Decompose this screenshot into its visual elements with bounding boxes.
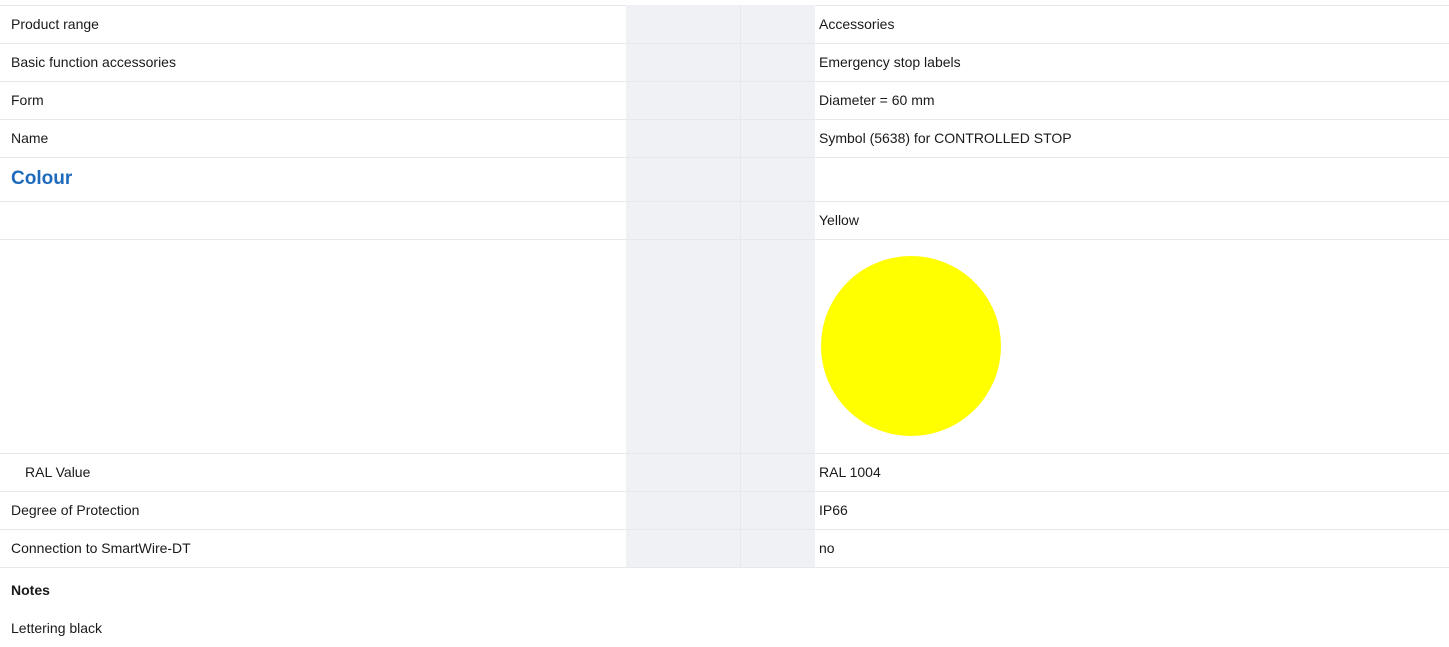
spec-row-smartwire: Connection to SmartWire-DT no — [0, 529, 1449, 568]
spec-row-name: Name Symbol (5638) for CONTROLLED STOP — [0, 119, 1449, 158]
spec-value: Diameter = 60 mm — [815, 81, 1449, 120]
spacer-cell — [626, 43, 741, 82]
spec-value: no — [815, 529, 1449, 568]
spacer-cell — [626, 239, 741, 454]
spec-label: Name — [0, 119, 626, 158]
spec-value: IP66 — [815, 491, 1449, 530]
spec-label: Form — [0, 81, 626, 120]
section-row-colour: Colour — [0, 157, 1449, 202]
spec-row-form: Form Diameter = 60 mm — [0, 81, 1449, 120]
spec-label: RAL Value — [0, 453, 626, 492]
spacer-cell — [626, 81, 741, 120]
spacer-cell — [740, 201, 815, 240]
spacer-cell — [626, 5, 741, 44]
colour-name-value: Yellow — [815, 201, 1449, 240]
spec-value: RAL 1004 — [815, 453, 1449, 492]
spacer-cell — [0, 201, 626, 240]
spec-row-degree-of-protection: Degree of Protection IP66 — [0, 491, 1449, 530]
spec-label: Basic function accessories — [0, 43, 626, 82]
spec-label: Connection to SmartWire-DT — [0, 529, 626, 568]
spec-value: Accessories — [815, 5, 1449, 44]
spec-value: Symbol (5638) for CONTROLLED STOP — [815, 119, 1449, 158]
spec-label: Degree of Protection — [0, 491, 626, 530]
spec-row-colour-name: Yellow — [0, 201, 1449, 240]
notes-title: Notes — [11, 582, 50, 598]
colour-swatch — [821, 256, 1001, 436]
spacer-cell — [740, 529, 815, 568]
spacer-cell — [740, 5, 815, 44]
spacer-cell — [740, 43, 815, 82]
spec-row-product-range: Product range Accessories — [0, 5, 1449, 44]
spacer-cell — [740, 119, 815, 158]
spacer-cell — [626, 157, 741, 202]
notes-text: Lettering black — [11, 620, 103, 636]
spec-label: Product range — [0, 5, 626, 44]
spacer-cell — [740, 491, 815, 530]
spacer-cell — [626, 491, 741, 530]
notes-section: Notes Lettering black — [0, 571, 1449, 647]
spec-row-colour-swatch — [0, 239, 1449, 454]
spacer-cell — [626, 453, 741, 492]
spacer-cell — [626, 201, 741, 240]
spacer-cell — [740, 453, 815, 492]
spec-row-basic-function-accessories: Basic function accessories Emergency sto… — [0, 43, 1449, 82]
spec-value: Emergency stop labels — [815, 43, 1449, 82]
spec-row-ral-value: RAL Value RAL 1004 — [0, 453, 1449, 492]
spacer-cell — [0, 239, 626, 454]
spec-table: Product range Accessories Basic function… — [0, 5, 1449, 568]
spacer-cell — [740, 81, 815, 120]
spacer-cell — [626, 529, 741, 568]
section-title-colour: Colour — [11, 168, 73, 189]
spacer-cell — [815, 157, 1449, 202]
spacer-cell — [626, 119, 741, 158]
spacer-cell — [740, 157, 815, 202]
spacer-cell — [740, 239, 815, 454]
